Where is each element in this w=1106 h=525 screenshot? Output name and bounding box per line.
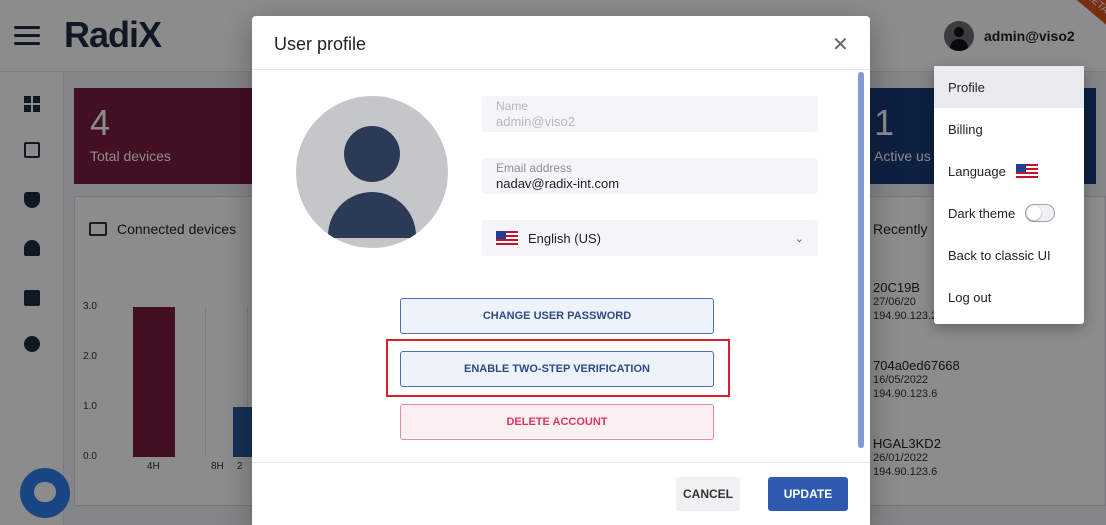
menu-item-label: Log out <box>948 289 992 305</box>
chevron-down-icon: ⌄ <box>794 232 804 245</box>
modal-header: User profile ✕ <box>252 16 870 70</box>
user-profile-modal: User profile ✕ Name admin@viso2 Email ad… <box>252 16 870 525</box>
email-label: Email address <box>496 161 573 175</box>
menu-item-billing[interactable]: Billing <box>934 108 1084 150</box>
menu-item-label: Billing <box>948 121 983 137</box>
cancel-button[interactable]: CANCEL <box>676 477 740 511</box>
us-flag-icon <box>496 231 518 245</box>
update-button[interactable]: UPDATE <box>768 477 848 511</box>
profile-avatar-icon[interactable] <box>296 96 448 248</box>
email-value: nadav@radix-int.com <box>496 176 620 191</box>
name-value: admin@viso2 <box>496 114 575 129</box>
change-password-button[interactable]: CHANGE USER PASSWORD <box>400 298 714 334</box>
menu-item-language[interactable]: Language <box>934 150 1084 192</box>
language-select[interactable]: English (US) ⌄ <box>482 220 818 256</box>
email-field[interactable]: Email address nadav@radix-int.com <box>482 158 818 194</box>
menu-item-label: Back to classic UI <box>948 247 1051 263</box>
scrollbar-thumb[interactable] <box>858 72 864 448</box>
menu-item-logout[interactable]: Log out <box>934 276 1084 318</box>
delete-account-button[interactable]: DELETE ACCOUNT <box>400 404 714 440</box>
modal-title: User profile <box>274 34 367 54</box>
name-field: Name admin@viso2 <box>482 96 818 132</box>
menu-item-label: Profile <box>948 79 985 95</box>
us-flag-icon <box>1015 164 1038 178</box>
close-icon[interactable]: ✕ <box>832 32 849 57</box>
language-value: English (US) <box>528 230 601 246</box>
modal-scrollbar[interactable] <box>858 72 864 448</box>
user-dropdown-menu: Profile Billing Language Dark theme Back… <box>934 66 1084 324</box>
modal-footer: CANCEL UPDATE <box>252 462 870 525</box>
menu-item-dark-theme[interactable]: Dark theme <box>934 192 1084 234</box>
dark-theme-toggle[interactable] <box>1025 204 1056 222</box>
name-label: Name <box>496 99 529 113</box>
menu-item-profile[interactable]: Profile <box>934 66 1084 108</box>
menu-item-label: Dark theme <box>948 205 1016 221</box>
highlight-box <box>386 339 730 397</box>
menu-item-label: Language <box>948 163 1006 179</box>
menu-item-classic-ui[interactable]: Back to classic UI <box>934 234 1084 276</box>
